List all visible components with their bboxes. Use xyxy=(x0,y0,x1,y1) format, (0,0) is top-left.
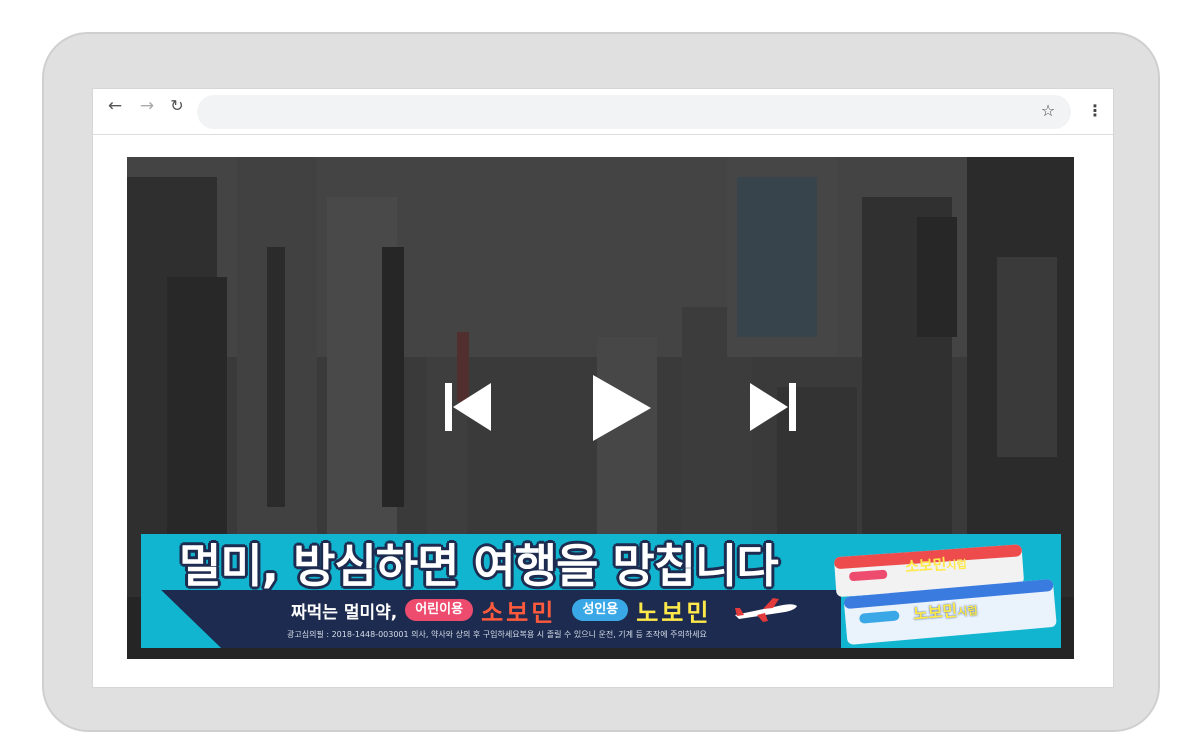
ad-headline: 멀미, 방심하면 여행을 망칩니다 xyxy=(179,539,779,593)
ad-disclaimer: 광고심의필 : 2018-1448-003001 의사, 약사와 상의 후 구입… xyxy=(287,630,707,639)
more-vertical-icon[interactable]: ⋮ xyxy=(1083,100,1107,122)
pack-top-brand: 소보민 xyxy=(904,555,948,577)
adult-pill: 성인용 xyxy=(572,599,629,621)
adult-brand: 노보민 xyxy=(636,598,712,627)
skip-previous-icon[interactable] xyxy=(445,383,491,431)
kids-pill: 어린이용 xyxy=(405,599,474,621)
pack-top-suffix: 시럽 xyxy=(946,557,968,573)
ad-banner[interactable]: 멀미, 방심하면 여행을 망칩니다 짜먹는 멀미약, 어린이용 소보민 성인용 … xyxy=(141,534,1061,648)
reload-icon[interactable]: ↻ xyxy=(165,95,189,117)
kids-brand: 소보민 xyxy=(481,598,557,627)
pack-bottom-brand: 노보민 xyxy=(912,600,959,624)
skip-next-icon[interactable] xyxy=(750,383,796,431)
back-icon[interactable]: ← xyxy=(103,95,127,117)
address-bar[interactable] xyxy=(197,95,1071,129)
pack-top-label: 소보민시럽 xyxy=(904,552,967,577)
ad-subline: 짜먹는 멀미약, 어린이용 소보민 성인용 노보민 xyxy=(291,596,799,627)
ad-tagline: 짜먹는 멀미약, xyxy=(291,602,398,623)
play-icon[interactable] xyxy=(593,375,651,441)
browser-window: ← → ↻ ☆ ⋮ 멀미, 방심하면 여행을 망칩니다 짜먹는 멀미약, 어린이… xyxy=(92,88,1114,688)
airplane-icon xyxy=(735,598,798,622)
pack-bottom-suffix: 시럽 xyxy=(956,604,979,619)
browser-toolbar: ← → ↻ ☆ ⋮ xyxy=(93,89,1113,135)
bookmark-star-icon[interactable]: ☆ xyxy=(1036,100,1060,122)
product-packs: 소보민시럽 노보민시럽 xyxy=(829,540,1059,646)
forward-icon[interactable]: → xyxy=(135,95,159,117)
video-player[interactable]: 멀미, 방심하면 여행을 망칩니다 짜먹는 멀미약, 어린이용 소보민 성인용 … xyxy=(127,157,1074,659)
